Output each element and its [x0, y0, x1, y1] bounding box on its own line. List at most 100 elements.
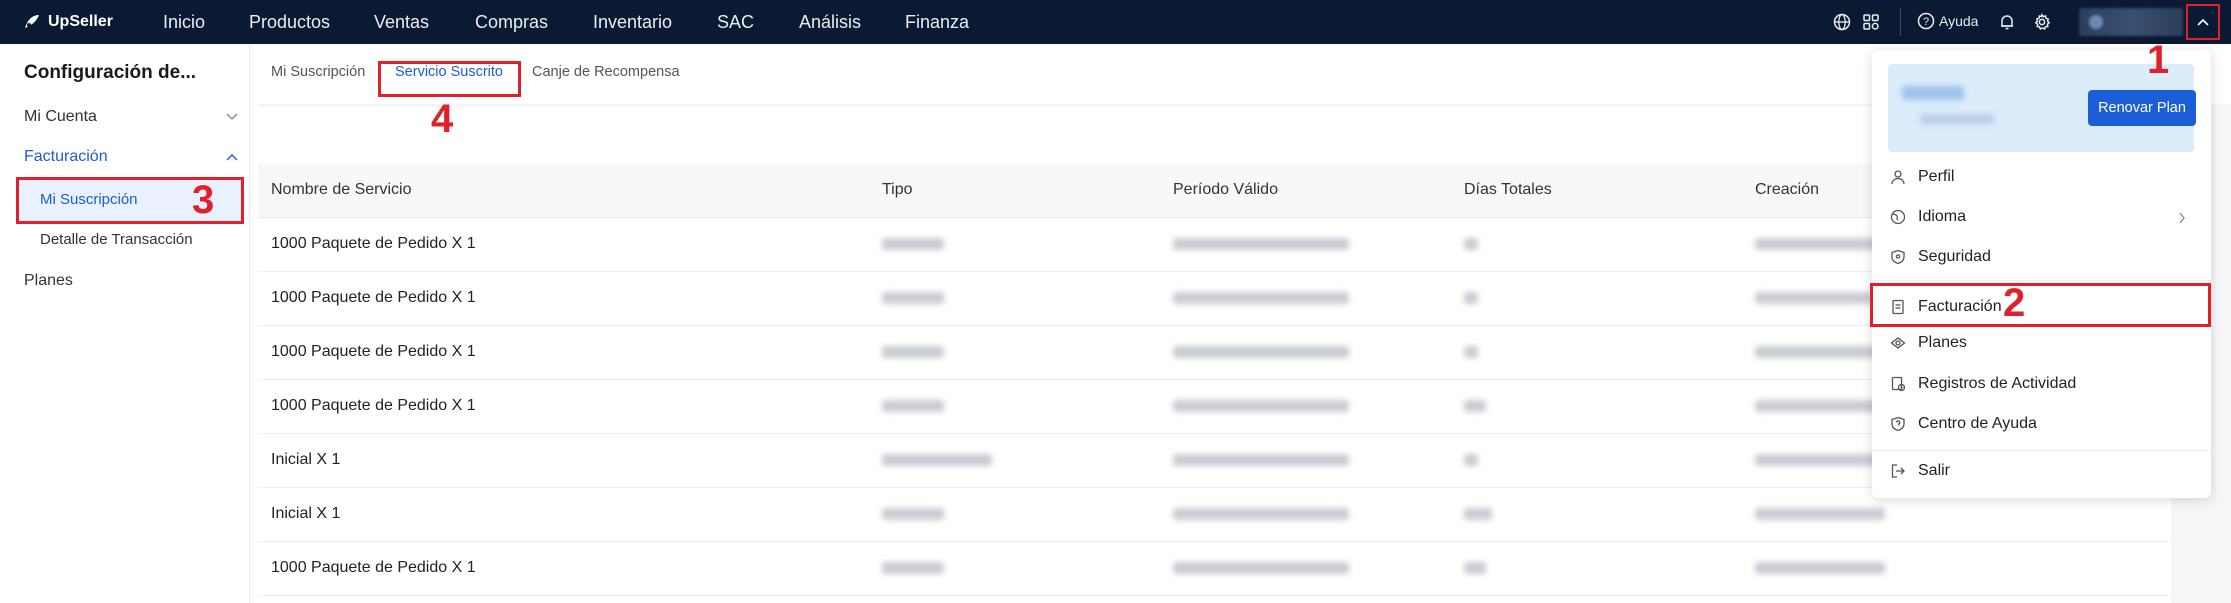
cell-blurred	[869, 433, 1160, 488]
cell-blurred	[1451, 487, 1742, 542]
nav-inventario[interactable]: Inventario	[593, 0, 672, 44]
cell-blurred	[1160, 379, 1451, 434]
sidebar-item-mi-cuenta[interactable]: Mi Cuenta	[24, 108, 238, 126]
app-logo[interactable]: UpSeller	[22, 12, 162, 32]
divider	[1872, 450, 2211, 451]
cell-service-name: 1000 Paquete de Pedido X 1	[258, 541, 869, 596]
cell-blurred	[869, 271, 1160, 326]
cell-service-name: 1000 Paquete de Pedido X 1	[258, 217, 869, 272]
annotation-box-servicio-suscrito	[378, 61, 521, 97]
col-dias-totales: Días Totales	[1451, 163, 1742, 218]
log-icon	[1888, 376, 1908, 392]
nav-sac[interactable]: SAC	[717, 0, 754, 44]
cell-service-name: Inicial X 1	[258, 433, 869, 488]
account-menu-toggle[interactable]	[2186, 4, 2220, 40]
cell-blurred	[1160, 325, 1451, 380]
help-label: Ayuda	[1939, 13, 1979, 29]
sidebar-item-detalle-transaccion[interactable]: Detalle de Transacción	[40, 231, 193, 248]
col-nombre-servicio: Nombre de Servicio	[258, 163, 869, 218]
menu-item-centro-ayuda[interactable]: Centro de Ayuda	[1888, 409, 2194, 439]
chevron-down-icon	[226, 113, 238, 120]
divider	[1900, 8, 1901, 36]
nav-inicio[interactable]: Inicio	[163, 0, 205, 44]
gear-icon[interactable]	[2033, 13, 2051, 31]
sidebar-item-label: Planes	[24, 272, 73, 289]
nav-finanza[interactable]: Finanza	[905, 0, 969, 44]
cell-blurred	[869, 325, 1160, 380]
menu-item-label: Salir	[1918, 462, 1951, 479]
nav-compras[interactable]: Compras	[475, 0, 548, 44]
menu-item-label: Idioma	[1918, 208, 1967, 225]
cell-blurred	[1742, 541, 2171, 596]
menu-item-seguridad[interactable]: Seguridad	[1888, 242, 2194, 272]
globe-icon[interactable]	[1833, 13, 1851, 31]
apps-grid-icon[interactable]	[1862, 13, 1880, 31]
renew-plan-button[interactable]: Renovar Plan	[2088, 90, 2196, 126]
plans-icon	[1888, 335, 1908, 351]
cell-service-name: 1000 Paquete de Pedido X 1	[258, 271, 869, 326]
annotation-box-facturacion	[1870, 283, 2211, 327]
chevron-up-icon	[226, 154, 238, 161]
cell-blurred	[1451, 271, 1742, 326]
menu-item-planes[interactable]: Planes	[1888, 328, 2194, 358]
chevron-right-icon	[2179, 212, 2185, 224]
divider	[1872, 280, 2211, 281]
table-row: 1000 Paquete de Pedido X 1	[258, 541, 2171, 596]
settings-sidebar: Configuración de... Mi Cuenta Facturació…	[0, 44, 250, 603]
menu-item-idioma[interactable]: Idioma	[1888, 202, 2194, 232]
cell-blurred	[869, 217, 1160, 272]
sidebar-item-label: Facturación	[24, 148, 108, 165]
cell-blurred	[1160, 217, 1451, 272]
user-account[interactable]	[2079, 8, 2183, 36]
col-periodo-valido: Período Válido	[1160, 163, 1451, 218]
plan-expiry-blurred	[1920, 114, 1994, 124]
sidebar-title: Configuración de...	[24, 62, 197, 83]
help-icon: ?	[1917, 12, 1935, 30]
cell-blurred	[1160, 271, 1451, 326]
annotation-number-4: 4	[431, 97, 454, 141]
tab-canje-recompensa[interactable]: Canje de Recompensa	[532, 64, 680, 80]
cell-service-name: 1000 Paquete de Pedido X 1	[258, 325, 869, 380]
sidebar-item-label: Mi Cuenta	[24, 108, 97, 125]
shield-icon	[1888, 249, 1908, 265]
cell-service-name: 1000 Paquete de Pedido X 1	[258, 379, 869, 434]
cell-blurred	[1451, 541, 1742, 596]
logout-icon	[1888, 463, 1908, 479]
menu-item-label: Planes	[1918, 334, 1967, 351]
menu-item-salir[interactable]: Salir	[1888, 456, 2194, 486]
sidebar-item-planes[interactable]: Planes	[24, 272, 238, 290]
nav-productos[interactable]: Productos	[249, 0, 330, 44]
globe-icon	[1888, 209, 1908, 225]
cell-blurred	[1451, 379, 1742, 434]
cell-blurred	[869, 487, 1160, 542]
annotation-number-3: 3	[192, 178, 215, 222]
cell-blurred	[1451, 325, 1742, 380]
nav-ventas[interactable]: Ventas	[374, 0, 429, 44]
cell-blurred	[1451, 217, 1742, 272]
plan-name-blurred	[1902, 86, 1964, 100]
cell-blurred	[1160, 541, 1451, 596]
avatar	[2089, 15, 2103, 29]
bell-icon[interactable]	[1998, 13, 2016, 31]
col-tipo: Tipo	[869, 163, 1160, 218]
cell-service-name: Inicial X 1	[258, 487, 869, 542]
help-button[interactable]: ? Ayuda	[1917, 12, 1978, 30]
cell-blurred	[1160, 487, 1451, 542]
nav-analisis[interactable]: Análisis	[799, 0, 861, 44]
menu-item-perfil[interactable]: Perfil	[1888, 162, 2194, 192]
chevron-up-icon	[2197, 18, 2209, 26]
menu-item-registros-actividad[interactable]: Registros de Actividad	[1888, 369, 2194, 399]
user-icon	[1888, 169, 1908, 185]
logo-icon	[25, 15, 39, 28]
cell-blurred	[1451, 433, 1742, 488]
cell-blurred	[1160, 433, 1451, 488]
menu-item-label: Seguridad	[1918, 248, 1991, 265]
annotation-number-1: 1	[2147, 38, 2170, 82]
menu-item-label: Centro de Ayuda	[1918, 415, 2037, 432]
sidebar-item-facturacion[interactable]: Facturación	[24, 148, 238, 166]
tab-mi-suscripcion[interactable]: Mi Suscripción	[271, 64, 365, 80]
account-dropdown-menu: Renovar Plan Perfil Idioma Seguridad Fac…	[1872, 50, 2211, 498]
cell-blurred	[869, 379, 1160, 434]
svg-text:?: ?	[1923, 16, 1929, 28]
app-name: UpSeller	[48, 13, 113, 30]
